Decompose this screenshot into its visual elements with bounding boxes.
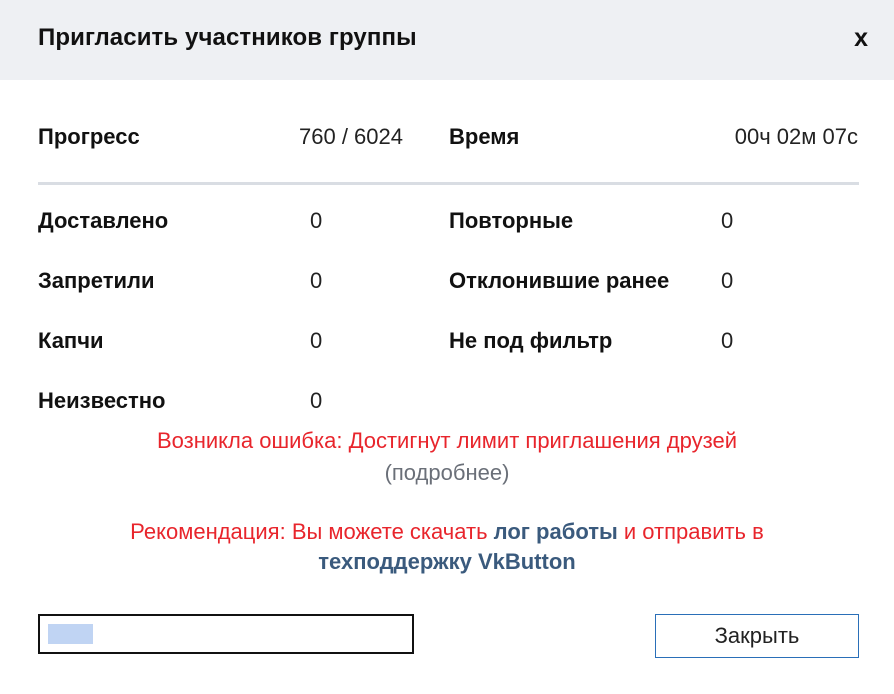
stat-label-declined-before: Отклонившие ранее xyxy=(449,268,670,293)
stat-label-not-filtered: Не под фильтр xyxy=(449,328,613,353)
error-message: Возникла ошибка: Достигнут лимит приглаш… xyxy=(156,428,737,453)
stat-label-repeated: Повторные xyxy=(449,208,574,233)
recommendation-support-line: техподдержку VkButton xyxy=(0,549,894,575)
close-button[interactable]: Закрыть xyxy=(655,614,859,658)
invite-dialog: Пригласить участников группы x Прогресс … xyxy=(0,0,894,694)
stat-value-forbidden: 0 xyxy=(310,268,323,293)
time-value: 00ч 02м 07с xyxy=(734,124,858,149)
progress-value: 760 / 6024 xyxy=(299,124,403,149)
stat-label-captcha: Капчи xyxy=(38,328,104,353)
progress-bar xyxy=(38,614,414,654)
details-link[interactable]: (подробнее) xyxy=(0,460,894,486)
stat-label-forbidden: Запретили xyxy=(38,268,155,293)
stat-label-unknown: Неизвестно xyxy=(38,388,166,413)
stat-label-delivered: Доставлено xyxy=(38,208,169,233)
recommendation-middle: и отправить в xyxy=(617,519,764,544)
stat-value-captcha: 0 xyxy=(310,328,323,353)
progress-bar-fill xyxy=(48,624,93,644)
recommendation-prefix: Рекомендация: Вы можете скачать xyxy=(130,519,494,544)
stat-value-unknown: 0 xyxy=(310,388,323,413)
support-link[interactable]: техподдержку VkButton xyxy=(318,549,575,574)
log-link[interactable]: лог работы xyxy=(494,519,618,544)
progress-label: Прогресс xyxy=(38,124,140,149)
dialog-title: Пригласить участников группы xyxy=(38,24,417,51)
close-icon[interactable]: x xyxy=(854,24,868,53)
stat-value-declined-before: 0 xyxy=(721,268,734,293)
stat-value-repeated: 0 xyxy=(721,208,734,233)
divider xyxy=(38,182,859,185)
dialog-header: Пригласить участников группы x xyxy=(0,0,894,80)
recommendation-text: Рекомендация: Вы можете скачать лог рабо… xyxy=(0,519,894,545)
stat-value-not-filtered: 0 xyxy=(721,328,734,353)
stat-value-delivered: 0 xyxy=(310,208,323,233)
time-label: Время xyxy=(449,124,520,149)
